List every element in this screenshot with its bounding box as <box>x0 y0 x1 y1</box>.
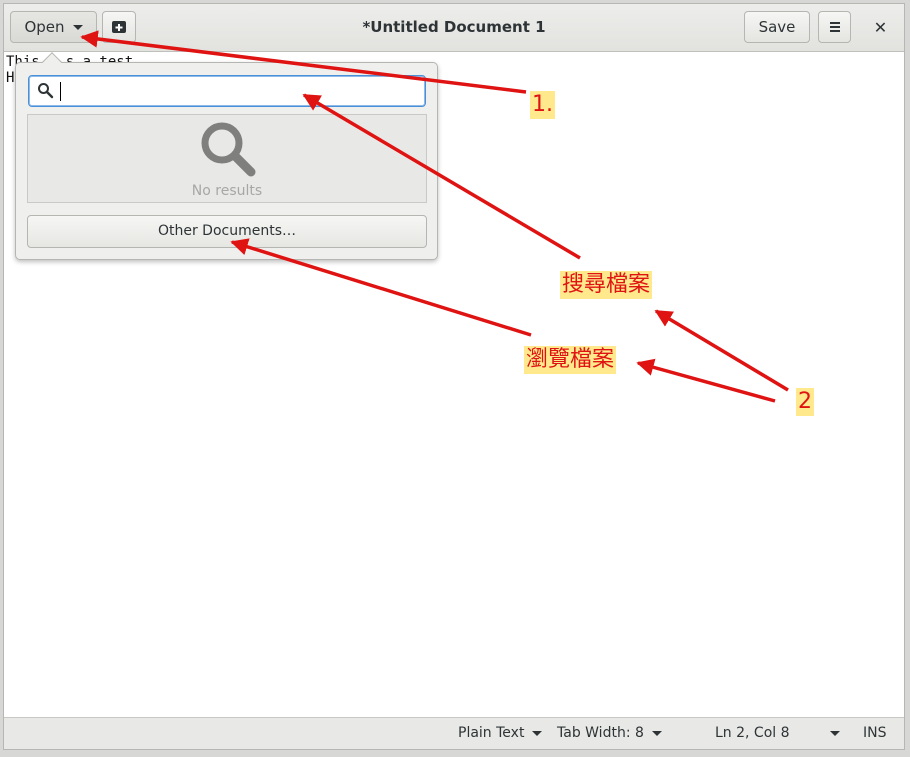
arrow-to-open-button <box>80 30 527 94</box>
arrow-to-other-documents <box>230 238 532 337</box>
annotation-step-1: 1. <box>530 91 555 119</box>
annotation-browse-files: 瀏覽檔案 <box>524 346 617 374</box>
annotation-arrows <box>80 30 789 403</box>
arrow-to-search-input <box>302 93 581 260</box>
arrow-to-search-note <box>654 309 789 392</box>
annotation-search-files: 搜尋檔案 <box>560 271 653 299</box>
annotation-step-2: 2 <box>796 388 814 416</box>
